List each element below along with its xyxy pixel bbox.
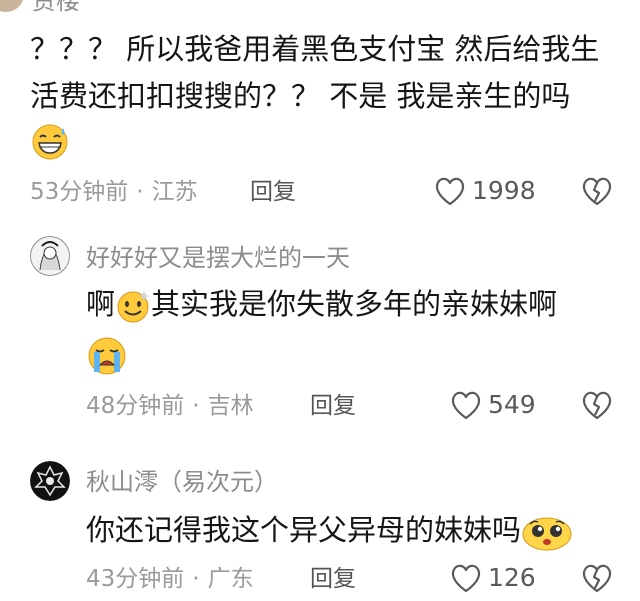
avatar[interactable] [0,0,24,12]
comment-text-line-1: ？？？ 所以我爸用着黑色支付宝 然后给我生 [30,32,600,66]
like-button[interactable]: 549 [450,390,536,420]
comment-meta: 48分钟前 · 吉林 [86,393,254,419]
dislike-button[interactable] [581,563,613,593]
timestamp: 53分钟前 [30,179,129,205]
reply-button[interactable]: 回复 [250,177,296,207]
username[interactable]: 好好好又是摆大烂的一天 [86,243,350,273]
like-count: 549 [488,390,536,419]
like-count: 126 [488,563,536,592]
timestamp: 43分钟前 [86,566,185,592]
broken-heart-icon [582,177,612,206]
dislike-button[interactable] [581,176,613,206]
crying-emoji [88,337,126,375]
pleading-emoji [522,517,572,551]
broken-heart-icon [582,564,612,593]
like-count: 1998 [472,176,536,205]
avatar[interactable] [30,236,70,276]
heart-icon [435,177,465,206]
location: 广东 [207,566,254,592]
avatar[interactable] [30,461,70,501]
location: 吉林 [207,393,254,419]
comment-meta: 53分钟前 · 江苏 [30,179,198,205]
location: 江苏 [151,179,198,205]
reply-button[interactable]: 回复 [310,391,356,421]
smile-emoji [117,291,151,323]
heart-icon [451,564,481,593]
timestamp: 48分钟前 [86,393,185,419]
like-button[interactable]: 1998 [434,176,536,206]
like-button[interactable]: 126 [450,563,536,593]
username[interactable]: 秋山澪（易次元） [86,467,278,497]
reply-button[interactable]: 回复 [310,564,356,594]
dislike-button[interactable] [581,390,613,420]
comment-text: 啊 其实我是你失散多年的亲妹妹啊 [86,280,557,328]
username[interactable]: 贾楼 [32,0,80,16]
broken-heart-icon [582,391,612,420]
grinning-sweat-emoji [32,124,68,160]
heart-icon [451,391,481,420]
comment-text: 你还记得我这个异父异母的妹妹吗 [86,506,573,554]
comment-meta: 43分钟前 · 广东 [86,566,254,592]
comment-text-line-2: 活费还扣扣搜搜的？？ 不是 我是亲生的吗 [30,79,571,113]
